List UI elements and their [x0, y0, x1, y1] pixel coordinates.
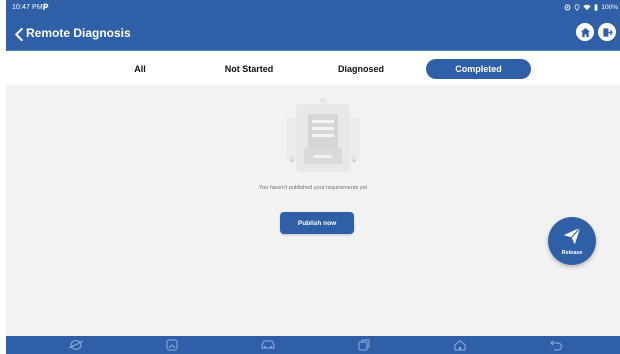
page-title: Remote Diagnosis — [26, 26, 131, 40]
empty-inbox-illustration — [286, 98, 360, 172]
status-icons: 100% — [564, 4, 618, 11]
system-nav-bar — [6, 336, 620, 354]
sync-icon — [564, 4, 571, 11]
tab-bar: All Not Started Diagnosed Completed — [6, 50, 620, 85]
wifi-icon — [583, 4, 592, 11]
release-label: Release — [561, 250, 583, 256]
paper-plane-icon — [563, 227, 581, 245]
tab-completed[interactable]: Completed — [426, 59, 531, 79]
empty-state-message: You haven't published your requirements … — [258, 185, 368, 191]
exit-icon — [602, 27, 613, 37]
browser-icon[interactable] — [68, 339, 84, 351]
status-time: 10:47 PM — [12, 4, 43, 11]
gallery-icon[interactable] — [164, 339, 180, 351]
battery-icon — [594, 4, 598, 11]
home-nav-icon[interactable] — [452, 339, 468, 351]
exit-button[interactable] — [598, 23, 616, 41]
back-nav-icon[interactable] — [548, 339, 564, 351]
location-icon — [574, 4, 580, 11]
tab-not-started[interactable]: Not Started — [212, 59, 286, 79]
publish-now-button[interactable]: Publish now — [280, 212, 354, 234]
battery-level: 100% — [601, 4, 618, 11]
back-arrow-icon[interactable] — [14, 28, 24, 41]
home-icon — [580, 27, 590, 37]
app-header: 10:47 PM 100% Remote Diagnosis — [6, 0, 620, 50]
home-button[interactable] — [576, 23, 594, 41]
car-icon[interactable] — [260, 339, 276, 351]
recent-apps-icon[interactable] — [356, 339, 372, 351]
tab-all[interactable]: All — [120, 59, 160, 79]
app-screen: 10:47 PM 100% Remote Diagnosis All Not S… — [6, 0, 620, 354]
notification-p-icon — [43, 3, 49, 10]
release-button[interactable]: Release — [548, 217, 596, 265]
tab-diagnosed[interactable]: Diagnosed — [324, 59, 398, 79]
